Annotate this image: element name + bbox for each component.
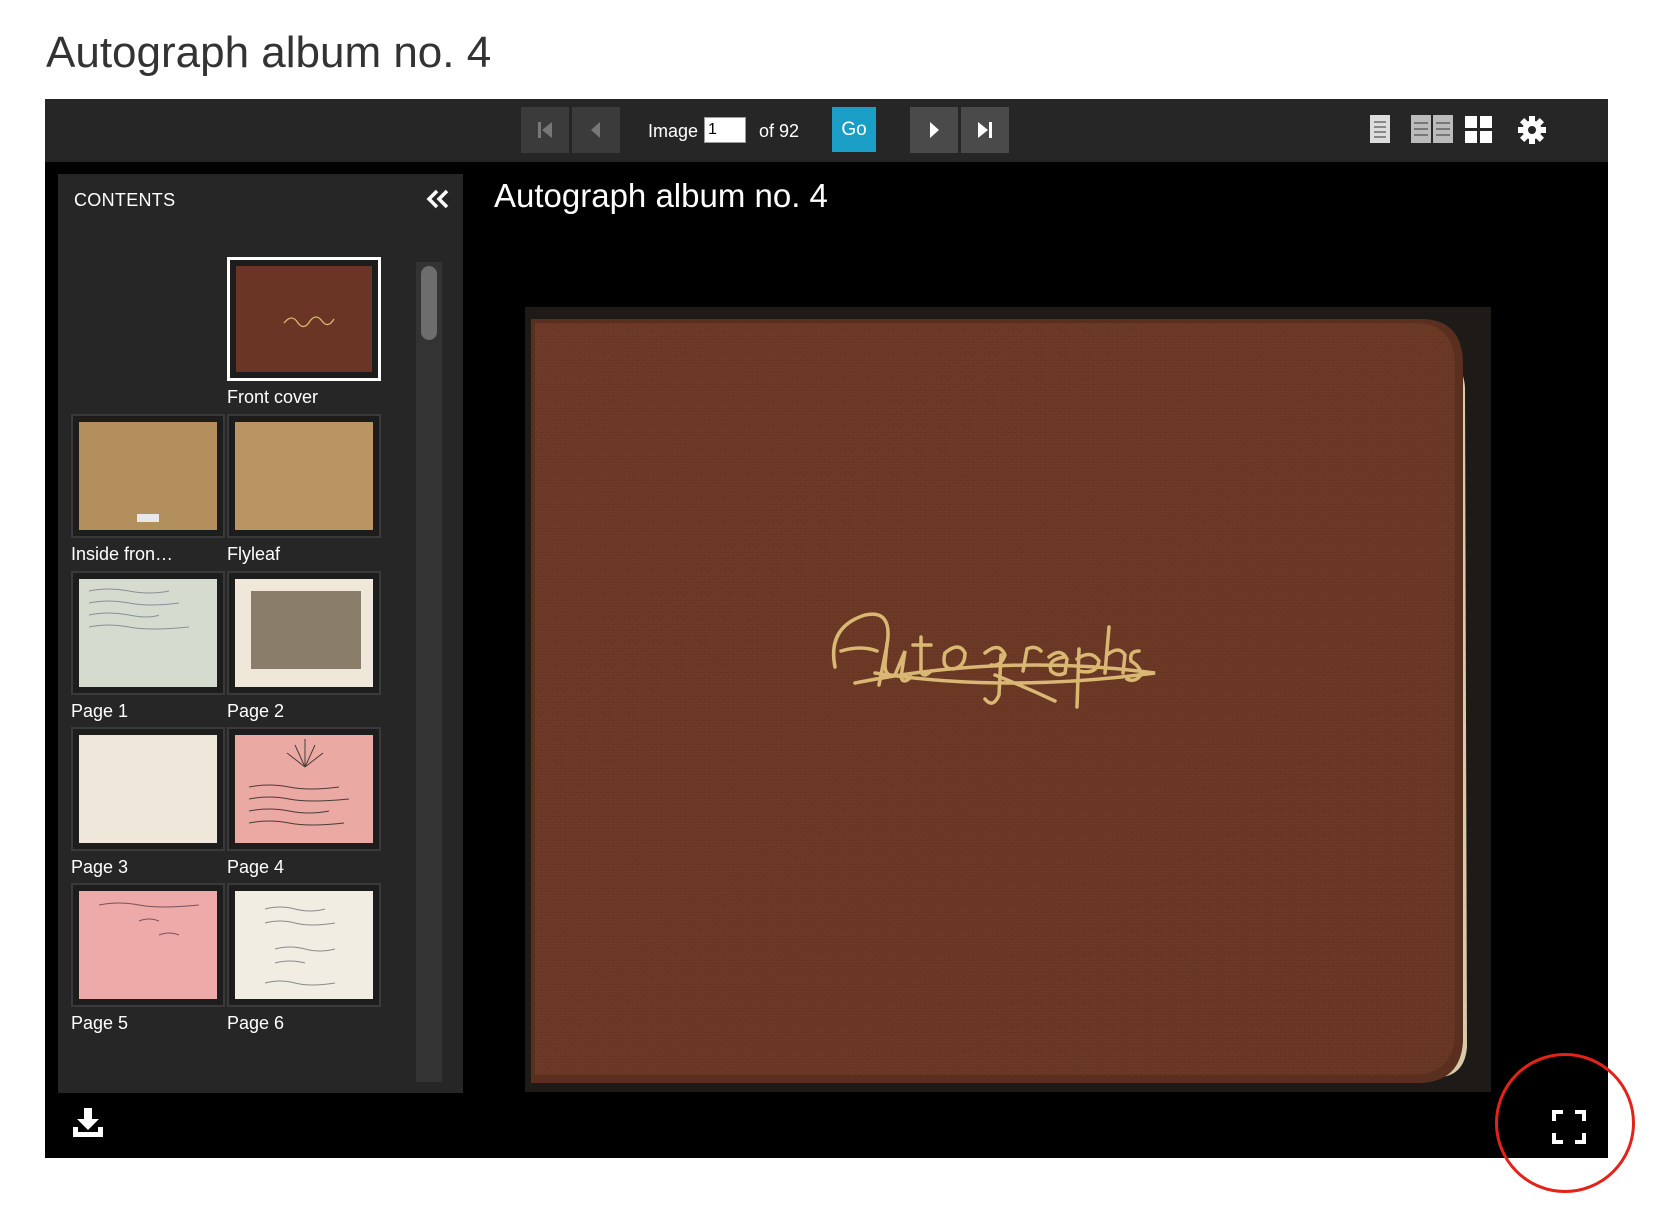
thumbnail-image bbox=[235, 891, 373, 999]
album-cover-graphic bbox=[525, 307, 1491, 1092]
image-label: Image bbox=[648, 121, 699, 141]
scrollbar-thumb[interactable] bbox=[421, 266, 437, 340]
next-icon bbox=[930, 122, 939, 138]
download-icon[interactable] bbox=[71, 1107, 105, 1139]
go-button[interactable]: Go bbox=[832, 107, 876, 152]
thumbnail-label: Inside fron… bbox=[71, 544, 174, 564]
thumbnail-label: Page 6 bbox=[227, 1013, 285, 1033]
thumbnail-image bbox=[79, 579, 217, 687]
previous-icon bbox=[591, 122, 600, 138]
thumbnail-image bbox=[79, 891, 217, 999]
thumbnail-image bbox=[79, 735, 217, 843]
thumbnail-label: Flyleaf bbox=[227, 544, 281, 564]
thumbnail-label: Page 5 bbox=[71, 1013, 129, 1033]
settings-gear-icon[interactable] bbox=[1517, 115, 1547, 145]
thumbnail-list: Front cover Inside fron… Flyleaf Page 1 … bbox=[58, 174, 463, 1093]
next-image-button[interactable] bbox=[910, 107, 958, 153]
highlight-circle bbox=[1495, 1053, 1635, 1193]
previous-image-button[interactable] bbox=[572, 107, 620, 153]
thumbnail-image bbox=[235, 735, 373, 843]
single-page-view-icon[interactable] bbox=[1369, 114, 1391, 144]
thumbnail-label: Page 4 bbox=[227, 857, 285, 877]
thumbnail-image bbox=[235, 579, 373, 687]
two-page-view-icon[interactable] bbox=[1410, 114, 1454, 144]
gallery-view-icon[interactable] bbox=[1465, 116, 1493, 144]
thumbnail-label: Page 3 bbox=[71, 857, 129, 877]
last-image-button[interactable] bbox=[961, 107, 1009, 153]
contents-sidebar: CONTENTS Front cover Inside fron… Flylea… bbox=[58, 174, 463, 1093]
skip-last-icon bbox=[978, 122, 992, 138]
thumbnail-label: Front cover bbox=[227, 387, 319, 407]
image-number-input[interactable] bbox=[704, 117, 746, 143]
document-title: Autograph album no. 4 bbox=[494, 177, 828, 214]
viewer-toolbar: Image of 92 Go bbox=[45, 99, 1608, 162]
album-cover-image[interactable] bbox=[525, 307, 1491, 1092]
skip-first-icon bbox=[538, 122, 552, 138]
thumbnail-scrollbar[interactable] bbox=[416, 262, 442, 1082]
first-image-button[interactable] bbox=[521, 107, 569, 153]
thumbnail-image bbox=[235, 422, 373, 530]
page-title: Autograph album no. 4 bbox=[46, 28, 492, 77]
image-viewer: Image of 92 Go bbox=[45, 99, 1608, 1158]
thumbnail-label: Page 2 bbox=[227, 701, 285, 721]
image-count: of 92 bbox=[759, 121, 800, 141]
thumbnail-label: Page 1 bbox=[71, 701, 129, 721]
thumbnail-image bbox=[79, 422, 217, 530]
thumbnail-image bbox=[236, 266, 372, 372]
